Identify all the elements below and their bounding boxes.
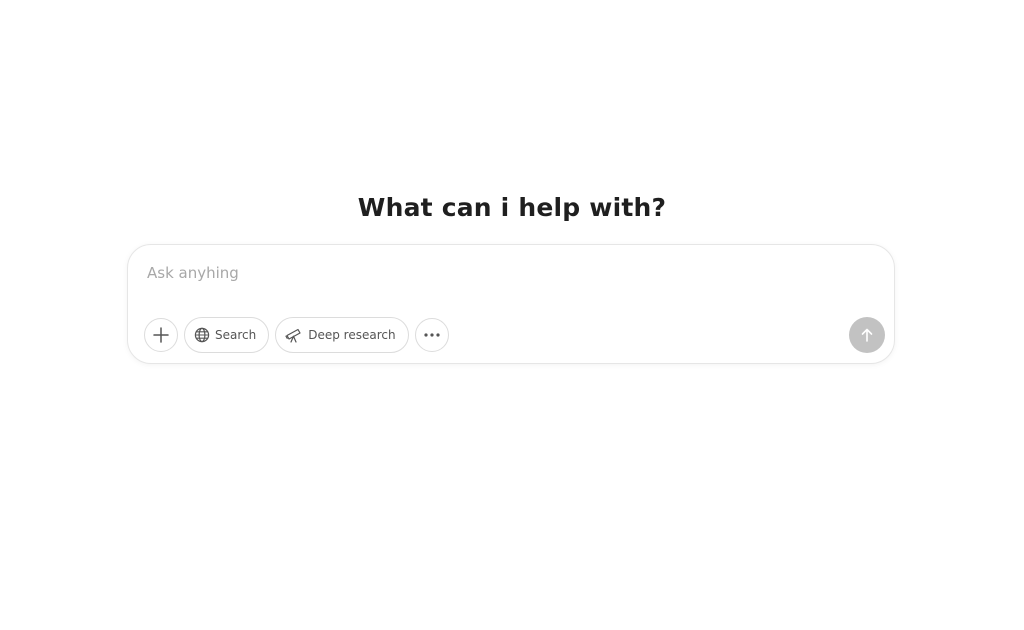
- prompt-input[interactable]: [147, 259, 847, 287]
- search-button-label: Search: [215, 328, 257, 342]
- composer-toolbar: Search Deep research: [144, 316, 449, 354]
- prompt-composer: Search Deep research: [127, 244, 895, 364]
- more-tools-button[interactable]: [414, 318, 449, 352]
- arrow-up-icon: [860, 327, 874, 343]
- more-icon: [423, 332, 441, 338]
- telescope-icon: [285, 327, 303, 343]
- deep-research-button-label: Deep research: [308, 328, 396, 342]
- deep-research-button[interactable]: Deep research: [275, 317, 409, 353]
- send-button[interactable]: [849, 317, 885, 353]
- add-attachment-button[interactable]: [144, 318, 178, 352]
- globe-icon: [194, 327, 210, 343]
- search-button[interactable]: Search: [184, 317, 270, 353]
- plus-icon: [152, 326, 170, 344]
- page: What can i help with? Ask anyhing Search…: [0, 0, 1024, 630]
- page-title: What can i help with?: [357, 193, 667, 222]
